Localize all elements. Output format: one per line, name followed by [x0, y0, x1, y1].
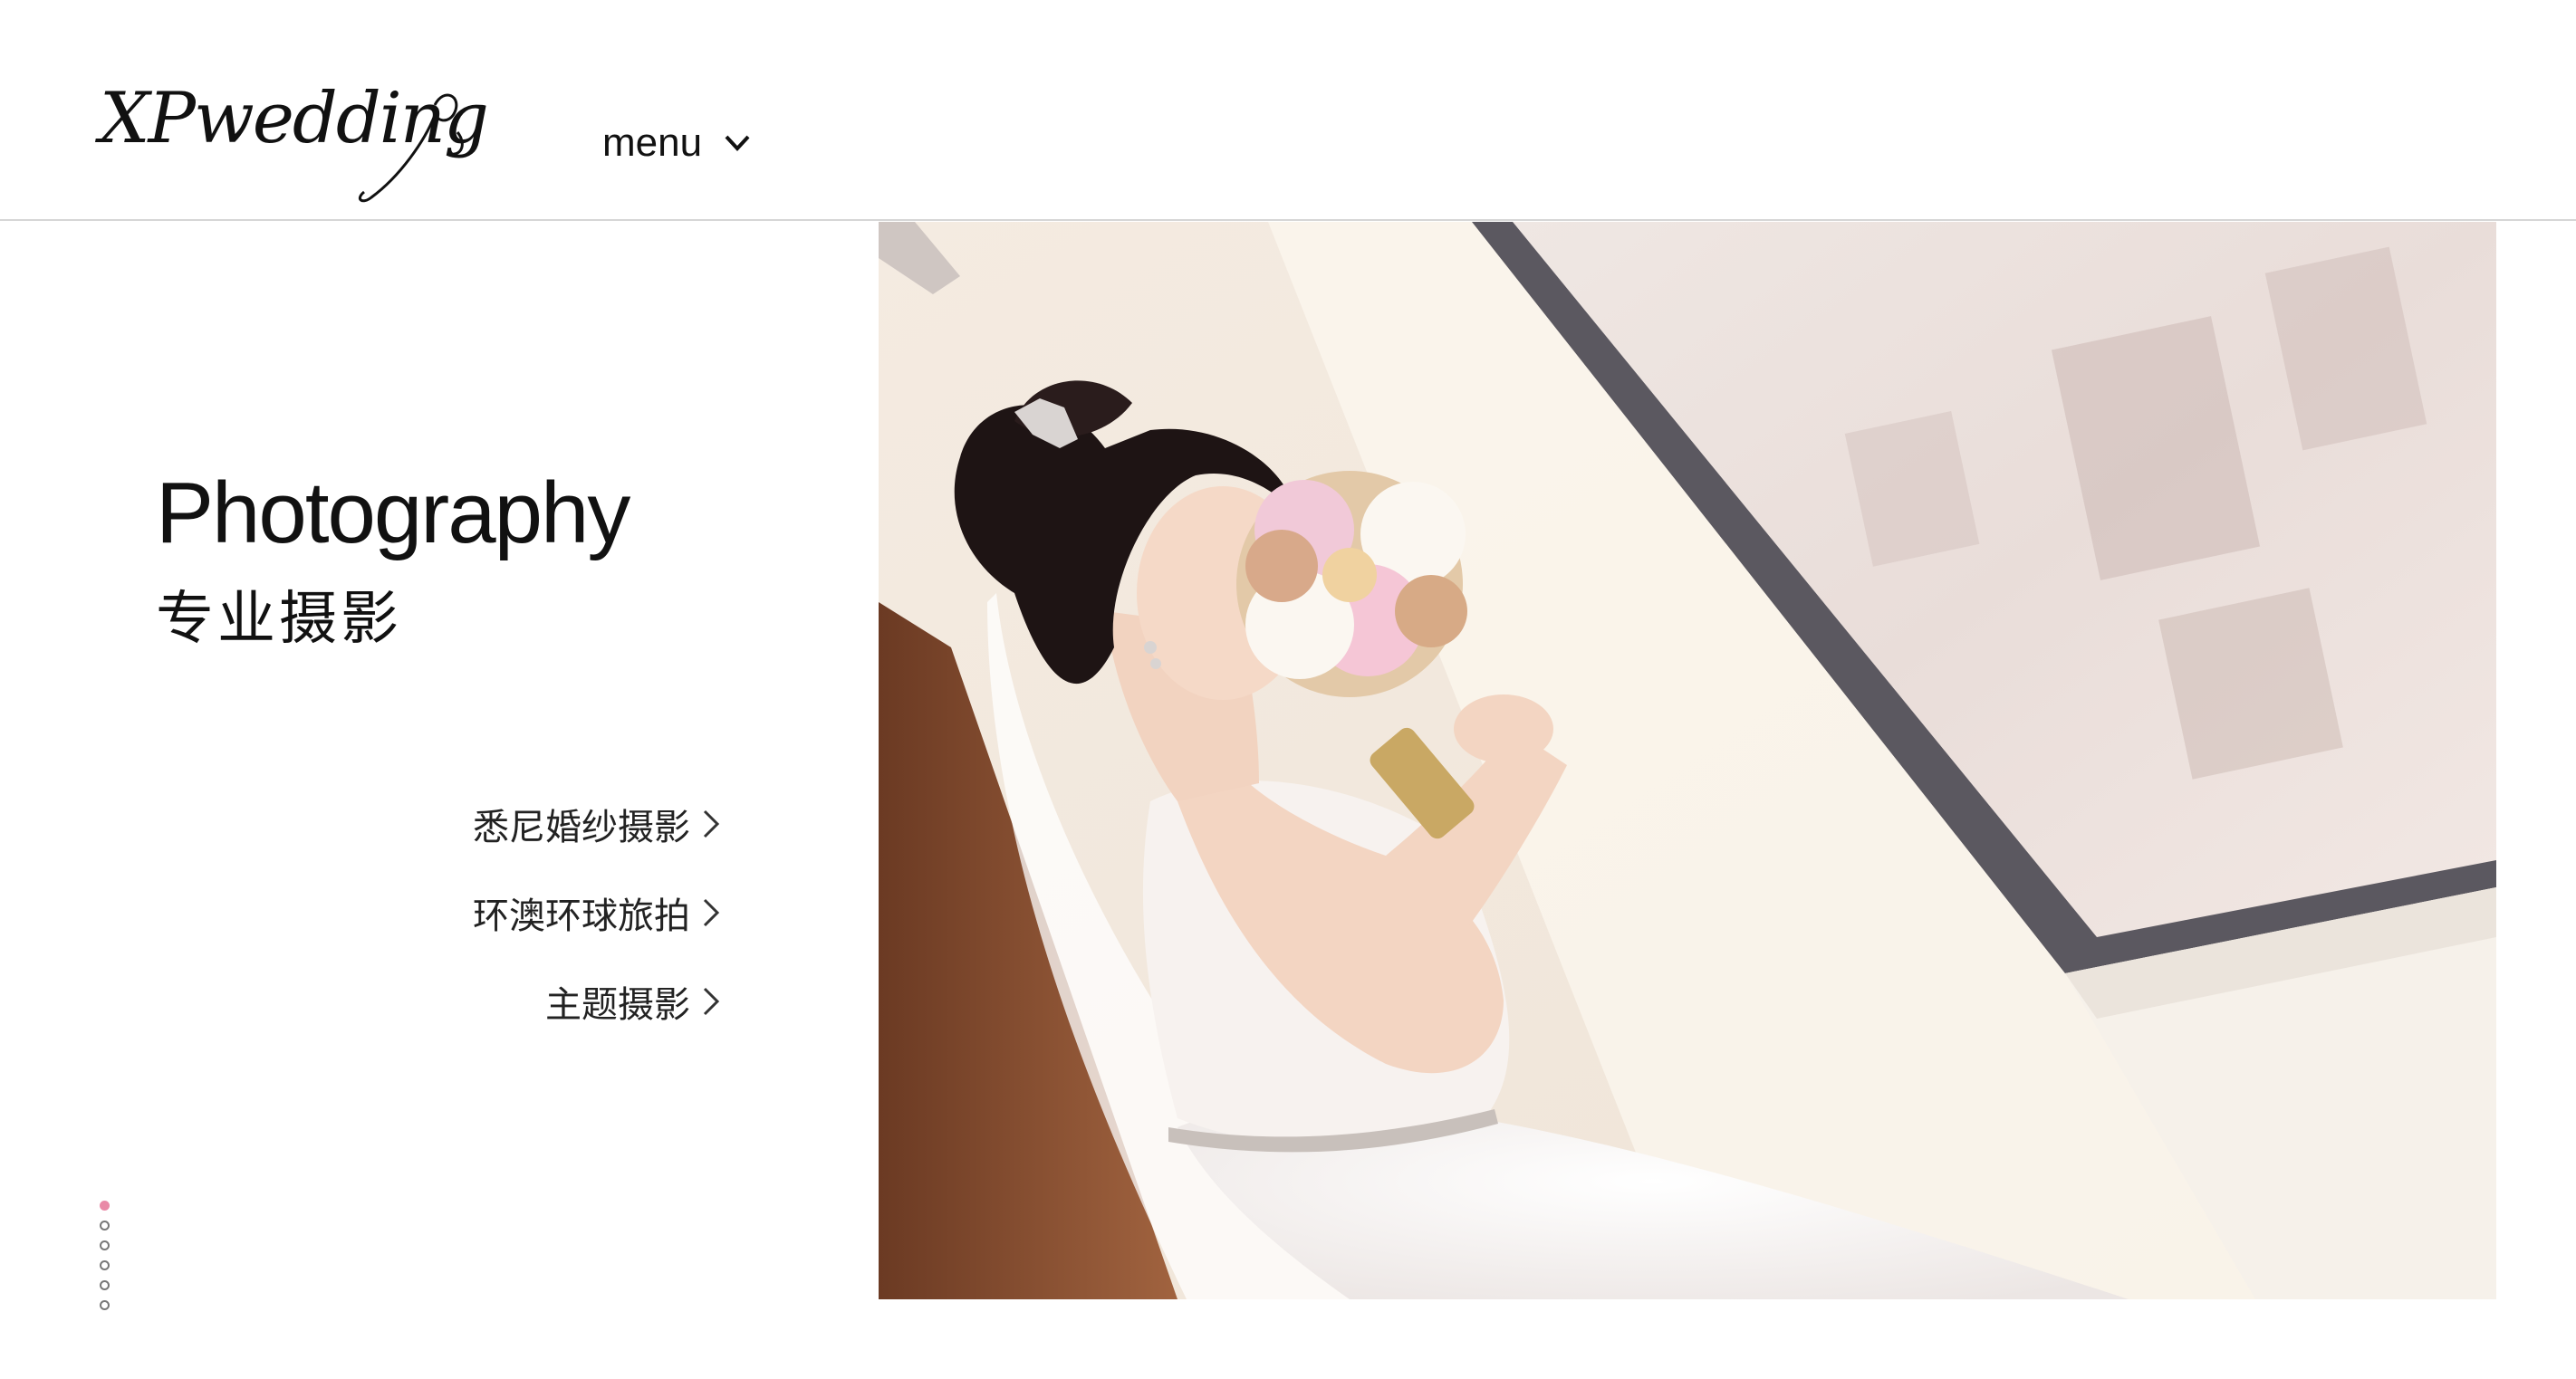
menu-toggle[interactable]: menu [602, 116, 751, 170]
pager-dot[interactable] [100, 1300, 110, 1310]
service-label: 悉尼婚纱摄影 [473, 808, 690, 848]
section-subtitle: 专业摄影 [156, 586, 402, 651]
pager-dot[interactable] [100, 1240, 110, 1250]
service-label: 主题摄影 [545, 985, 690, 1025]
chevron-right-icon [703, 987, 720, 1016]
chevron-down-icon [725, 135, 750, 151]
service-link-theme[interactable]: 主题摄影 [344, 974, 743, 1029]
service-label: 环澳环球旅拍 [473, 896, 690, 936]
bride-photo-illustration [879, 222, 2496, 1299]
slide-pager [100, 1201, 116, 1320]
pager-dot[interactable] [100, 1280, 110, 1290]
hero-photo [879, 222, 2496, 1299]
pager-dot[interactable] [100, 1221, 110, 1231]
site-logo[interactable]: XPwedding [100, 78, 489, 214]
menu-label: menu [602, 120, 703, 165]
pager-dot[interactable] [100, 1260, 110, 1270]
service-link-global-travel[interactable]: 环澳环球旅拍 [344, 886, 743, 940]
section-title: Photography [156, 464, 630, 561]
page: XPwedding menu Photography 专业摄影 悉尼婚纱摄影 环… [0, 0, 2576, 1379]
chevron-right-icon [703, 898, 720, 927]
pager-dot-active[interactable] [100, 1201, 110, 1211]
chevron-right-icon [703, 809, 720, 838]
site-header: XPwedding menu [0, 0, 2576, 221]
service-link-sydney-wedding[interactable]: 悉尼婚纱摄影 [344, 797, 743, 851]
logo-text: XPwedding [100, 78, 489, 159]
